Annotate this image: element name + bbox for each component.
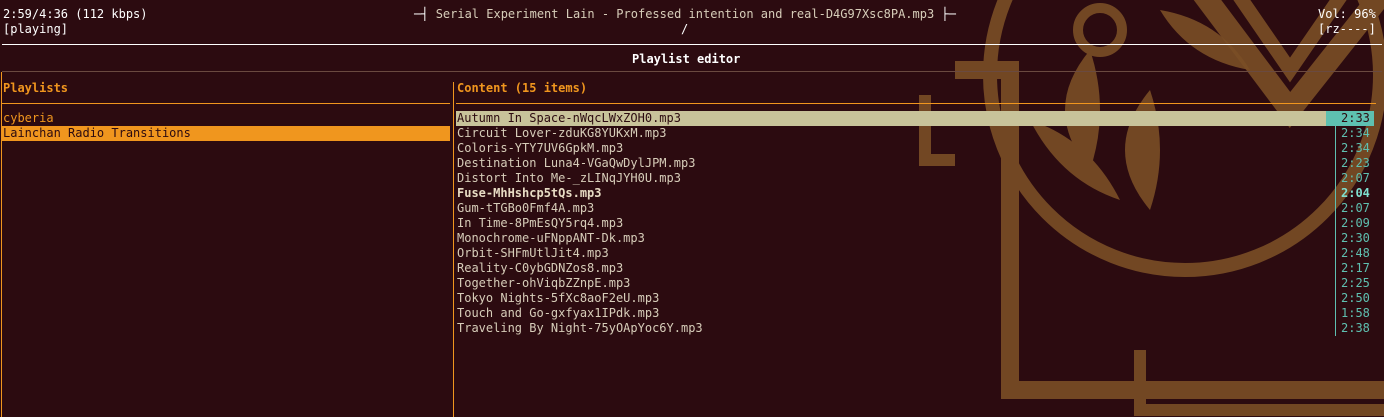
song-duration: 2:07 <box>1341 201 1370 215</box>
duration-column-divider <box>1335 111 1336 336</box>
song-duration: 2:34 <box>1341 141 1370 155</box>
left-border <box>1 72 2 417</box>
playback-state: [playing] <box>3 22 69 36</box>
content-heading-underline <box>456 103 1376 104</box>
song-duration: 2:34 <box>1341 126 1370 140</box>
song-duration: 2:50 <box>1341 291 1370 305</box>
song-row[interactable]: Monochrome-uFNppANT-Dk.mp3 <box>457 231 645 246</box>
title-left-decoration: ─┤ <box>414 7 429 21</box>
song-row[interactable]: Gum-tTGBo0Fmf4A.mp3 <box>457 201 594 216</box>
song-duration: 1:58 <box>1341 306 1370 320</box>
playlist-item-cyberia[interactable]: cyberia <box>3 111 54 126</box>
mode-flags: [rz----] <box>1318 22 1376 36</box>
song-duration: 2:38 <box>1341 321 1370 335</box>
playback-time: 2:59/4:36 (112 kbps) <box>3 7 148 21</box>
song-row[interactable]: Reality-C0ybGDNZos8.mp3 <box>457 261 623 276</box>
header-separator <box>2 44 1382 45</box>
song-row[interactable]: Coloris-YTY7UV6GpkM.mp3 <box>457 141 623 156</box>
song-duration: 2:04 <box>1341 186 1370 200</box>
song-duration: 2:09 <box>1341 216 1370 230</box>
song-duration: 2:17 <box>1341 261 1370 275</box>
now-playing-title-bar: ─┤ Serial Experiment Lain - Professed in… <box>414 7 956 22</box>
playlists-heading: Playlists <box>3 81 69 95</box>
song-row-playing[interactable]: Fuse-MhHshcp5tQs.mp3 <box>457 186 602 201</box>
song-duration: 2:30 <box>1341 231 1370 245</box>
song-row[interactable]: Together-ohViqbZZnpE.mp3 <box>457 276 630 291</box>
panel-divider <box>453 82 454 417</box>
title-separator <box>2 71 1382 72</box>
song-row[interactable]: Traveling By Night-75yOApYoc6Y.mp3 <box>457 321 703 336</box>
song-duration: 2:48 <box>1341 246 1370 260</box>
song-row[interactable]: Circuit Lover-zduKG8YUKxM.mp3 <box>457 126 667 141</box>
song-row[interactable]: Autumn In Space-nWqcLWxZOH0.mp3 <box>457 111 681 126</box>
title-right-decoration: ├─ <box>941 7 956 21</box>
song-duration: 2:25 <box>1341 276 1370 290</box>
current-path: / <box>681 22 689 36</box>
now-playing-title: Serial Experiment Lain - Professed inten… <box>435 7 935 21</box>
song-row[interactable]: Tokyo Nights-5fXc8aoF2eU.mp3 <box>457 291 659 306</box>
song-row[interactable]: In Time-8PmEsQY5rq4.mp3 <box>457 216 623 231</box>
song-row[interactable]: Orbit-SHFmUtlJit4.mp3 <box>457 246 609 261</box>
content-heading: Content (15 items) <box>457 81 588 95</box>
song-row[interactable]: Distort Into Me-_zLINqJYH0U.mp3 <box>457 171 681 186</box>
song-duration: 2:07 <box>1341 171 1370 185</box>
screen-title: Playlist editor <box>632 52 741 66</box>
playlists-heading-underline <box>2 103 450 104</box>
song-duration: 2:33 <box>1341 111 1370 125</box>
song-duration: 2:23 <box>1341 156 1370 170</box>
song-row[interactable]: Destination Luna4-VGaQwDylJPM.mp3 <box>457 156 695 171</box>
song-row[interactable]: Touch and Go-gxfyax1IPdk.mp3 <box>457 306 659 321</box>
playlist-item-lainchan-radio-transitions[interactable]: Lainchan Radio Transitions <box>3 126 191 141</box>
volume-indicator: Vol: 96% <box>1318 7 1376 21</box>
